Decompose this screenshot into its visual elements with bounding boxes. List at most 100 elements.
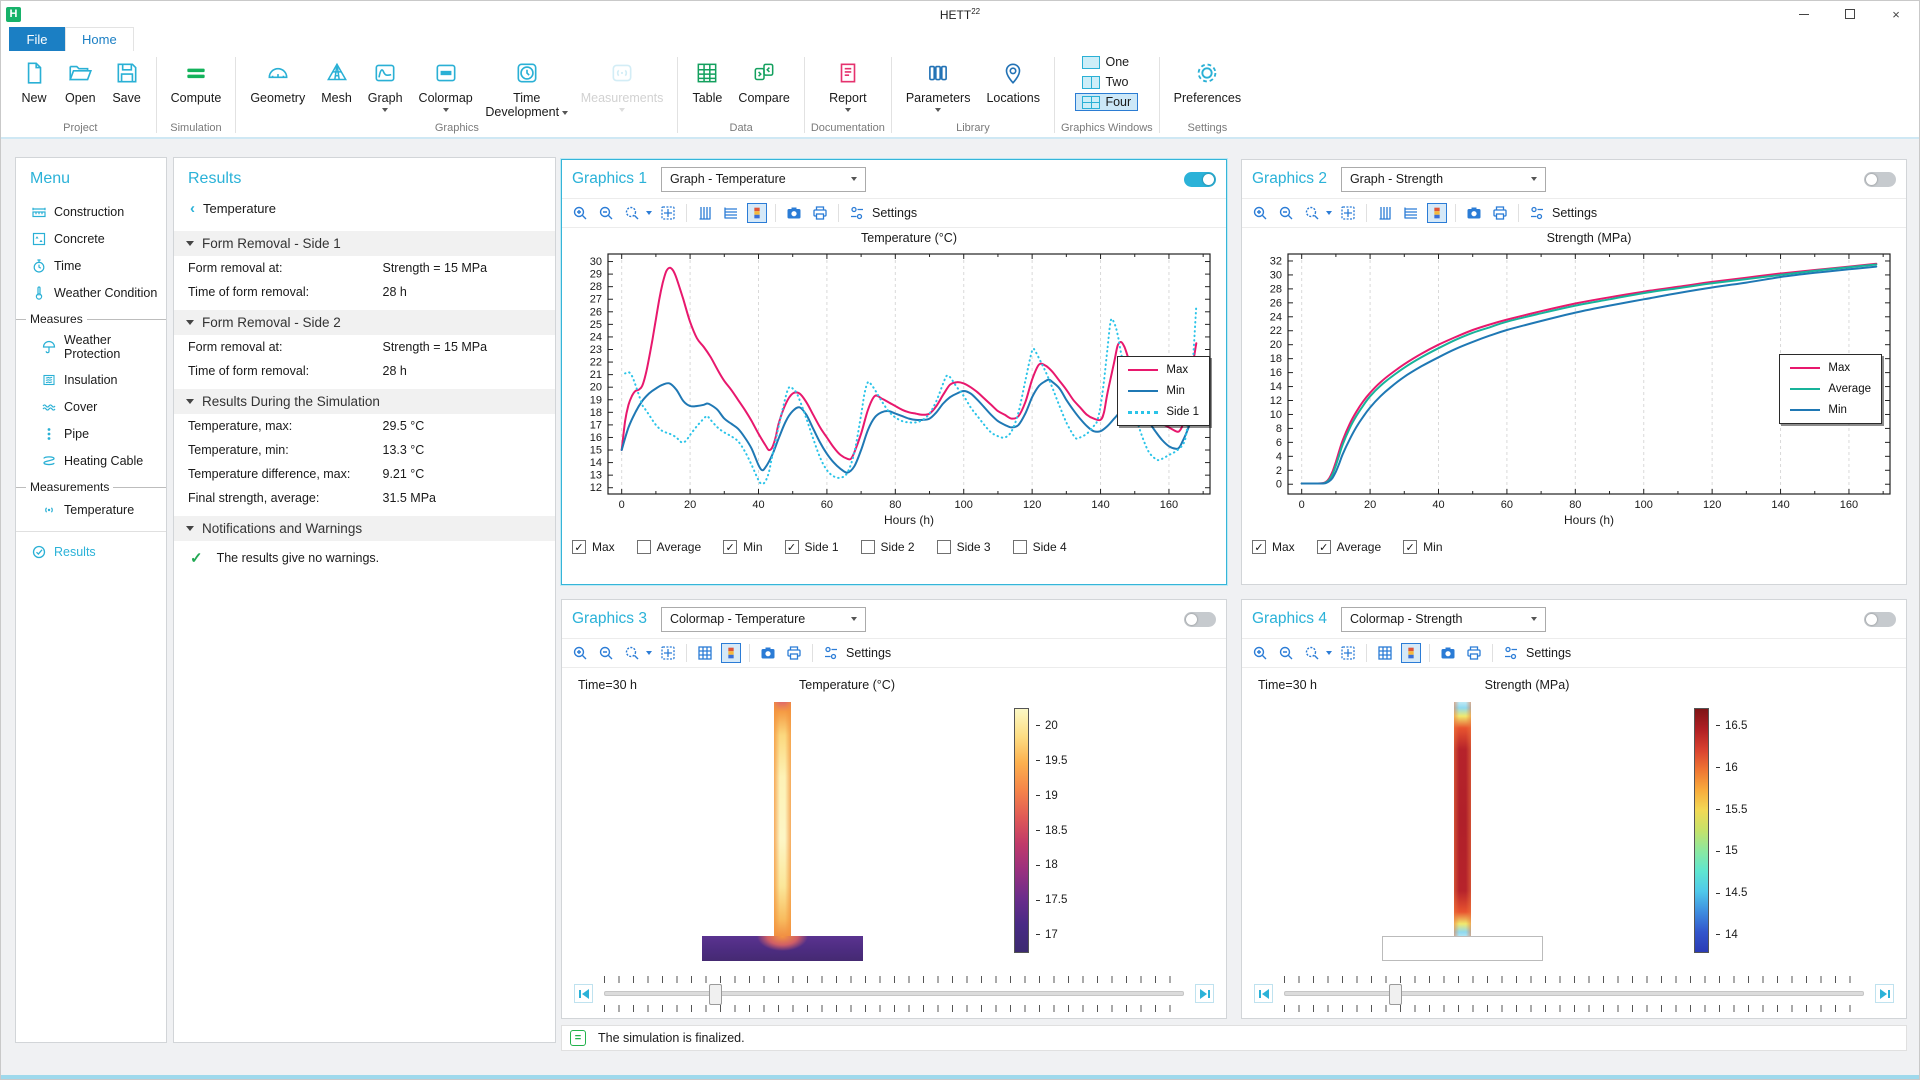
- layout-one-button[interactable]: One: [1075, 53, 1138, 71]
- step-back-button[interactable]: [1254, 984, 1273, 1003]
- compare-button[interactable]: Compare: [730, 53, 797, 105]
- zoom-region-caret[interactable]: [1326, 211, 1332, 215]
- horizontal-gridlines-icon[interactable]: [721, 203, 741, 223]
- snapshot-camera-icon[interactable]: [784, 203, 804, 223]
- series-checkbox-average[interactable]: Average: [637, 540, 701, 554]
- series-checkbox-min[interactable]: ✓Min: [723, 540, 762, 554]
- sidebar-item-concrete[interactable]: Concrete: [16, 225, 166, 252]
- slider-track[interactable]: [604, 991, 1184, 996]
- colorbar-toggle-icon[interactable]: [1401, 643, 1421, 663]
- compute-button[interactable]: Compute: [163, 53, 230, 105]
- mesh-button[interactable]: Mesh: [313, 53, 360, 105]
- new-button[interactable]: New: [11, 53, 57, 105]
- sidebar-item-weather-condition[interactable]: Weather Condition: [16, 279, 166, 306]
- snapshot-camera-icon[interactable]: [758, 643, 778, 663]
- zoom-region-caret[interactable]: [646, 651, 652, 655]
- zoom-region-caret[interactable]: [646, 211, 652, 215]
- zoom-region-icon[interactable]: [622, 203, 642, 223]
- sidebar-item-time[interactable]: Time: [16, 252, 166, 279]
- colormap-button[interactable]: Colormap: [411, 53, 481, 112]
- save-button[interactable]: Save: [104, 53, 150, 105]
- zoom-out-icon[interactable]: [1276, 643, 1296, 663]
- colorbar-toggle-icon[interactable]: [1427, 203, 1447, 223]
- graphics3-toggle[interactable]: [1184, 612, 1216, 627]
- section-form-removal-side2[interactable]: Form Removal - Side 2: [174, 310, 555, 335]
- zoom-in-icon[interactable]: [570, 643, 590, 663]
- sidebar-item-construction[interactable]: Construction: [16, 198, 166, 225]
- horizontal-gridlines-icon[interactable]: [1401, 203, 1421, 223]
- series-checkbox-max[interactable]: ✓Max: [1252, 540, 1295, 554]
- graphics2-settings-button[interactable]: Settings: [1527, 203, 1597, 223]
- snapshot-camera-icon[interactable]: [1438, 643, 1458, 663]
- zoom-in-icon[interactable]: [1250, 203, 1270, 223]
- graphics2-view-dropdown[interactable]: Graph - Strength: [1341, 167, 1546, 192]
- graphics1-settings-button[interactable]: Settings: [847, 203, 917, 223]
- results-back-row[interactable]: ‹ Temperature: [174, 196, 555, 225]
- sidebar-item-weather-protection[interactable]: Weather Protection: [16, 328, 166, 366]
- series-checkbox-average[interactable]: ✓Average: [1317, 540, 1381, 554]
- zoom-region-icon[interactable]: [622, 643, 642, 663]
- vertical-gridlines-icon[interactable]: [1375, 203, 1395, 223]
- colorbar-toggle-icon[interactable]: [747, 203, 767, 223]
- close-button[interactable]: ×: [1873, 1, 1919, 27]
- zoom-region-icon[interactable]: [1302, 203, 1322, 223]
- sidebar-item-temperature[interactable]: Temperature: [16, 496, 166, 523]
- tab-home[interactable]: Home: [65, 27, 134, 51]
- minimize-button[interactable]: [1781, 1, 1827, 27]
- zoom-in-icon[interactable]: [570, 203, 590, 223]
- graphics4-toggle[interactable]: [1864, 612, 1896, 627]
- graphics1-view-dropdown[interactable]: Graph - Temperature: [661, 167, 866, 192]
- zoom-region-caret[interactable]: [1326, 651, 1332, 655]
- layout-two-button[interactable]: Two: [1075, 73, 1138, 91]
- zoom-in-icon[interactable]: [1250, 643, 1270, 663]
- graphics1-toggle[interactable]: [1184, 172, 1216, 187]
- sidebar-item-pipe[interactable]: Pipe: [16, 420, 166, 447]
- colorbar-toggle-icon[interactable]: [721, 643, 741, 663]
- graphics3-settings-button[interactable]: Settings: [821, 643, 891, 663]
- preferences-button[interactable]: Preferences: [1166, 53, 1249, 105]
- locations-button[interactable]: Locations: [978, 53, 1048, 105]
- section-results-during-simulation[interactable]: Results During the Simulation: [174, 389, 555, 414]
- zoom-fit-icon[interactable]: [658, 203, 678, 223]
- graphics4-settings-button[interactable]: Settings: [1501, 643, 1571, 663]
- zoom-out-icon[interactable]: [1276, 203, 1296, 223]
- sidebar-item-cover[interactable]: Cover: [16, 393, 166, 420]
- series-checkbox-side-2[interactable]: Side 2: [861, 540, 915, 554]
- step-forward-button[interactable]: [1195, 984, 1214, 1003]
- zoom-fit-icon[interactable]: [1338, 203, 1358, 223]
- section-form-removal-side1[interactable]: Form Removal - Side 1: [174, 231, 555, 256]
- series-checkbox-side-4[interactable]: Side 4: [1013, 540, 1067, 554]
- step-forward-button[interactable]: [1875, 984, 1894, 1003]
- step-back-button[interactable]: [574, 984, 593, 1003]
- print-icon[interactable]: [810, 203, 830, 223]
- series-checkbox-max[interactable]: ✓Max: [572, 540, 615, 554]
- sidebar-item-results[interactable]: Results: [16, 538, 166, 565]
- zoom-out-icon[interactable]: [596, 643, 616, 663]
- maximize-button[interactable]: [1827, 1, 1873, 27]
- sidebar-item-heating-cable[interactable]: Heating Cable: [16, 447, 166, 474]
- zoom-region-icon[interactable]: [1302, 643, 1322, 663]
- series-checkbox-side-1[interactable]: ✓Side 1: [785, 540, 839, 554]
- tab-file[interactable]: File: [9, 27, 65, 51]
- graph-button[interactable]: Graph: [360, 53, 411, 112]
- mesh-grid-icon[interactable]: [695, 643, 715, 663]
- section-notifications-warnings[interactable]: Notifications and Warnings: [174, 516, 555, 541]
- zoom-fit-icon[interactable]: [658, 643, 678, 663]
- table-button[interactable]: Table: [684, 53, 730, 105]
- slider-handle[interactable]: [1389, 984, 1402, 1005]
- series-checkbox-side-3[interactable]: Side 3: [937, 540, 991, 554]
- graphics3-view-dropdown[interactable]: Colormap - Temperature: [661, 607, 866, 632]
- zoom-out-icon[interactable]: [596, 203, 616, 223]
- open-button[interactable]: Open: [57, 53, 104, 105]
- print-icon[interactable]: [1464, 643, 1484, 663]
- print-icon[interactable]: [784, 643, 804, 663]
- zoom-fit-icon[interactable]: [1338, 643, 1358, 663]
- mesh-grid-icon[interactable]: [1375, 643, 1395, 663]
- graphics4-view-dropdown[interactable]: Colormap - Strength: [1341, 607, 1546, 632]
- series-checkbox-min[interactable]: ✓Min: [1403, 540, 1442, 554]
- sidebar-item-insulation[interactable]: Insulation: [16, 366, 166, 393]
- snapshot-camera-icon[interactable]: [1464, 203, 1484, 223]
- slider-handle[interactable]: [709, 984, 722, 1005]
- graphics2-toggle[interactable]: [1864, 172, 1896, 187]
- layout-four-button[interactable]: Four: [1075, 93, 1138, 111]
